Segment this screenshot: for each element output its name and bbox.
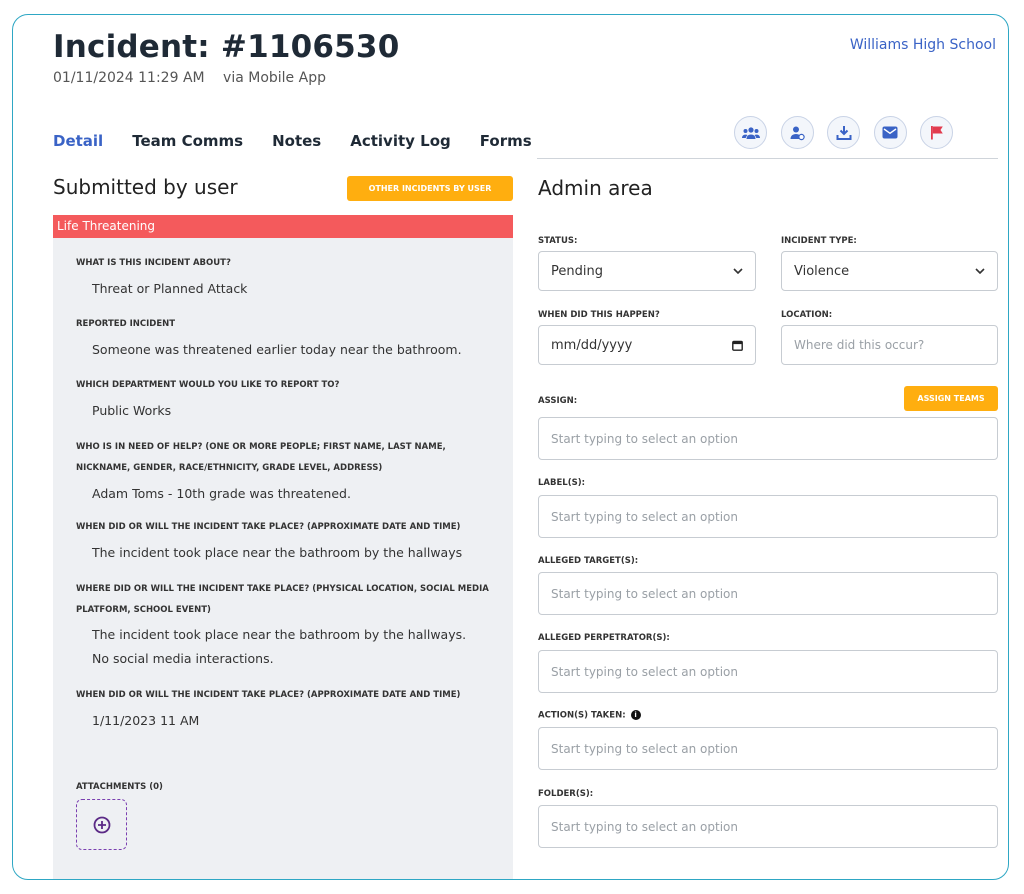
location-input[interactable]: Where did this occur? (781, 325, 998, 365)
assign-input[interactable]: Start typing to select an option (538, 417, 998, 460)
incident-meta: 01/11/2024 11:29 AM via Mobile App (53, 70, 326, 86)
answer-text: Someone was threatened earlier today nea… (92, 342, 462, 357)
folders-placeholder: Start typing to select an option (551, 819, 738, 834)
question-label: WHO IS IN NEED OF HELP? (ONE OR MORE PEO… (76, 442, 446, 473)
tab-bar: Detail Team Comms Notes Activity Log For… (53, 132, 561, 150)
flag-button[interactable] (920, 116, 953, 149)
tab-forms[interactable]: Forms (480, 132, 532, 150)
answer-text: Public Works (92, 403, 172, 418)
answer-text: Threat or Planned Attack (92, 281, 248, 296)
actions-label-text: ACTION(S) TAKEN: (538, 710, 626, 721)
actions-label: ACTION(S) TAKEN: i (538, 710, 641, 721)
question-label: WHERE DID OR WILL THE INCIDENT TAKE PLAC… (76, 584, 489, 615)
status-value: Pending (551, 263, 603, 279)
status-label: STATUS: (538, 236, 578, 246)
calendar-icon (732, 340, 743, 351)
perpetrators-placeholder: Start typing to select an option (551, 664, 738, 679)
question-label: WHEN DID OR WILL THE INCIDENT TAKE PLACE… (76, 690, 461, 700)
submitted-heading: Submitted by user (53, 175, 238, 199)
assign-teams-button[interactable]: ASSIGN TEAMS (904, 386, 998, 411)
question-label: WHICH DEPARTMENT WOULD YOU LIKE TO REPOR… (76, 380, 340, 390)
perpetrators-label: ALLEGED PERPETRATOR(S): (538, 633, 670, 643)
assign-label: ASSIGN: (538, 396, 578, 406)
admin-heading: Admin area (538, 176, 653, 200)
incident-card: Incident: #1106530 01/11/2024 11:29 AM v… (12, 14, 1009, 880)
status-select[interactable]: Pending (538, 251, 756, 291)
page-title: Incident: #1106530 (53, 29, 400, 65)
location-placeholder: Where did this occur? (794, 338, 925, 352)
tab-team-comms[interactable]: Team Comms (132, 132, 243, 150)
assign-placeholder: Start typing to select an option (551, 431, 738, 446)
tab-notes[interactable]: Notes (272, 132, 321, 150)
labels-input[interactable]: Start typing to select an option (538, 495, 998, 538)
perpetrators-input[interactable]: Start typing to select an option (538, 650, 998, 693)
team-icon (741, 126, 760, 139)
incident-source: via Mobile App (223, 70, 326, 86)
targets-label: ALLEGED TARGET(S): (538, 556, 639, 566)
location-label: LOCATION: (781, 310, 833, 320)
folders-label: FOLDER(S): (538, 789, 594, 799)
mail-icon (882, 126, 898, 139)
team-button[interactable] (734, 116, 767, 149)
download-icon (836, 125, 851, 140)
mail-button[interactable] (873, 116, 907, 149)
chevron-down-icon (975, 268, 985, 274)
actions-placeholder: Start typing to select an option (551, 741, 738, 756)
flag-icon (930, 126, 943, 140)
labels-placeholder: Start typing to select an option (551, 509, 738, 524)
plus-circle-icon (93, 816, 110, 833)
incident-type-value: Violence (794, 263, 850, 279)
incident-type-label: INCIDENT TYPE: (781, 236, 857, 246)
labels-label: LABEL(S): (538, 478, 585, 488)
question-label: WHAT IS THIS INCIDENT ABOUT? (76, 258, 231, 268)
add-attachment-button[interactable] (76, 799, 127, 850)
answer-text: Adam Toms - 10th grade was threatened. (92, 486, 351, 501)
date-value: mm/dd/yyyy (551, 337, 633, 353)
attachments-label: ATTACHMENTS (0) (76, 782, 163, 792)
targets-placeholder: Start typing to select an option (551, 586, 738, 601)
actions-input[interactable]: Start typing to select an option (538, 727, 998, 770)
targets-input[interactable]: Start typing to select an option (538, 572, 998, 615)
incident-type-select[interactable]: Violence (781, 251, 998, 291)
when-label: WHEN DID THIS HAPPEN? (538, 310, 660, 320)
tab-activity-log[interactable]: Activity Log (350, 132, 451, 150)
assign-user-button[interactable] (780, 116, 814, 149)
answer-text: The incident took place near the bathroo… (92, 545, 463, 560)
date-input[interactable]: mm/dd/yyyy (538, 325, 756, 365)
info-icon[interactable]: i (630, 710, 641, 720)
question-label: WHEN DID OR WILL THE INCIDENT TAKE PLACE… (76, 522, 461, 532)
answer-text: 1/11/2023 11 AM (92, 713, 200, 728)
chevron-down-icon (733, 268, 743, 274)
school-link[interactable]: Williams High School (850, 37, 996, 53)
action-toolbar (734, 116, 967, 149)
incident-datetime: 01/11/2024 11:29 AM (53, 70, 205, 86)
folders-input[interactable]: Start typing to select an option (538, 805, 998, 848)
other-incidents-button[interactable]: OTHER INCIDENTS BY USER (347, 176, 513, 201)
download-button[interactable] (827, 116, 860, 149)
severity-banner: Life Threatening (53, 215, 513, 238)
tab-detail[interactable]: Detail (53, 132, 103, 150)
header-divider (537, 158, 998, 159)
answer-text: The incident took place near the bathroo… (92, 627, 467, 666)
assign-user-icon (790, 126, 805, 140)
question-label: REPORTED INCIDENT (76, 319, 176, 329)
submission-panel: Life Threatening WHAT IS THIS INCIDENT A… (53, 215, 513, 879)
